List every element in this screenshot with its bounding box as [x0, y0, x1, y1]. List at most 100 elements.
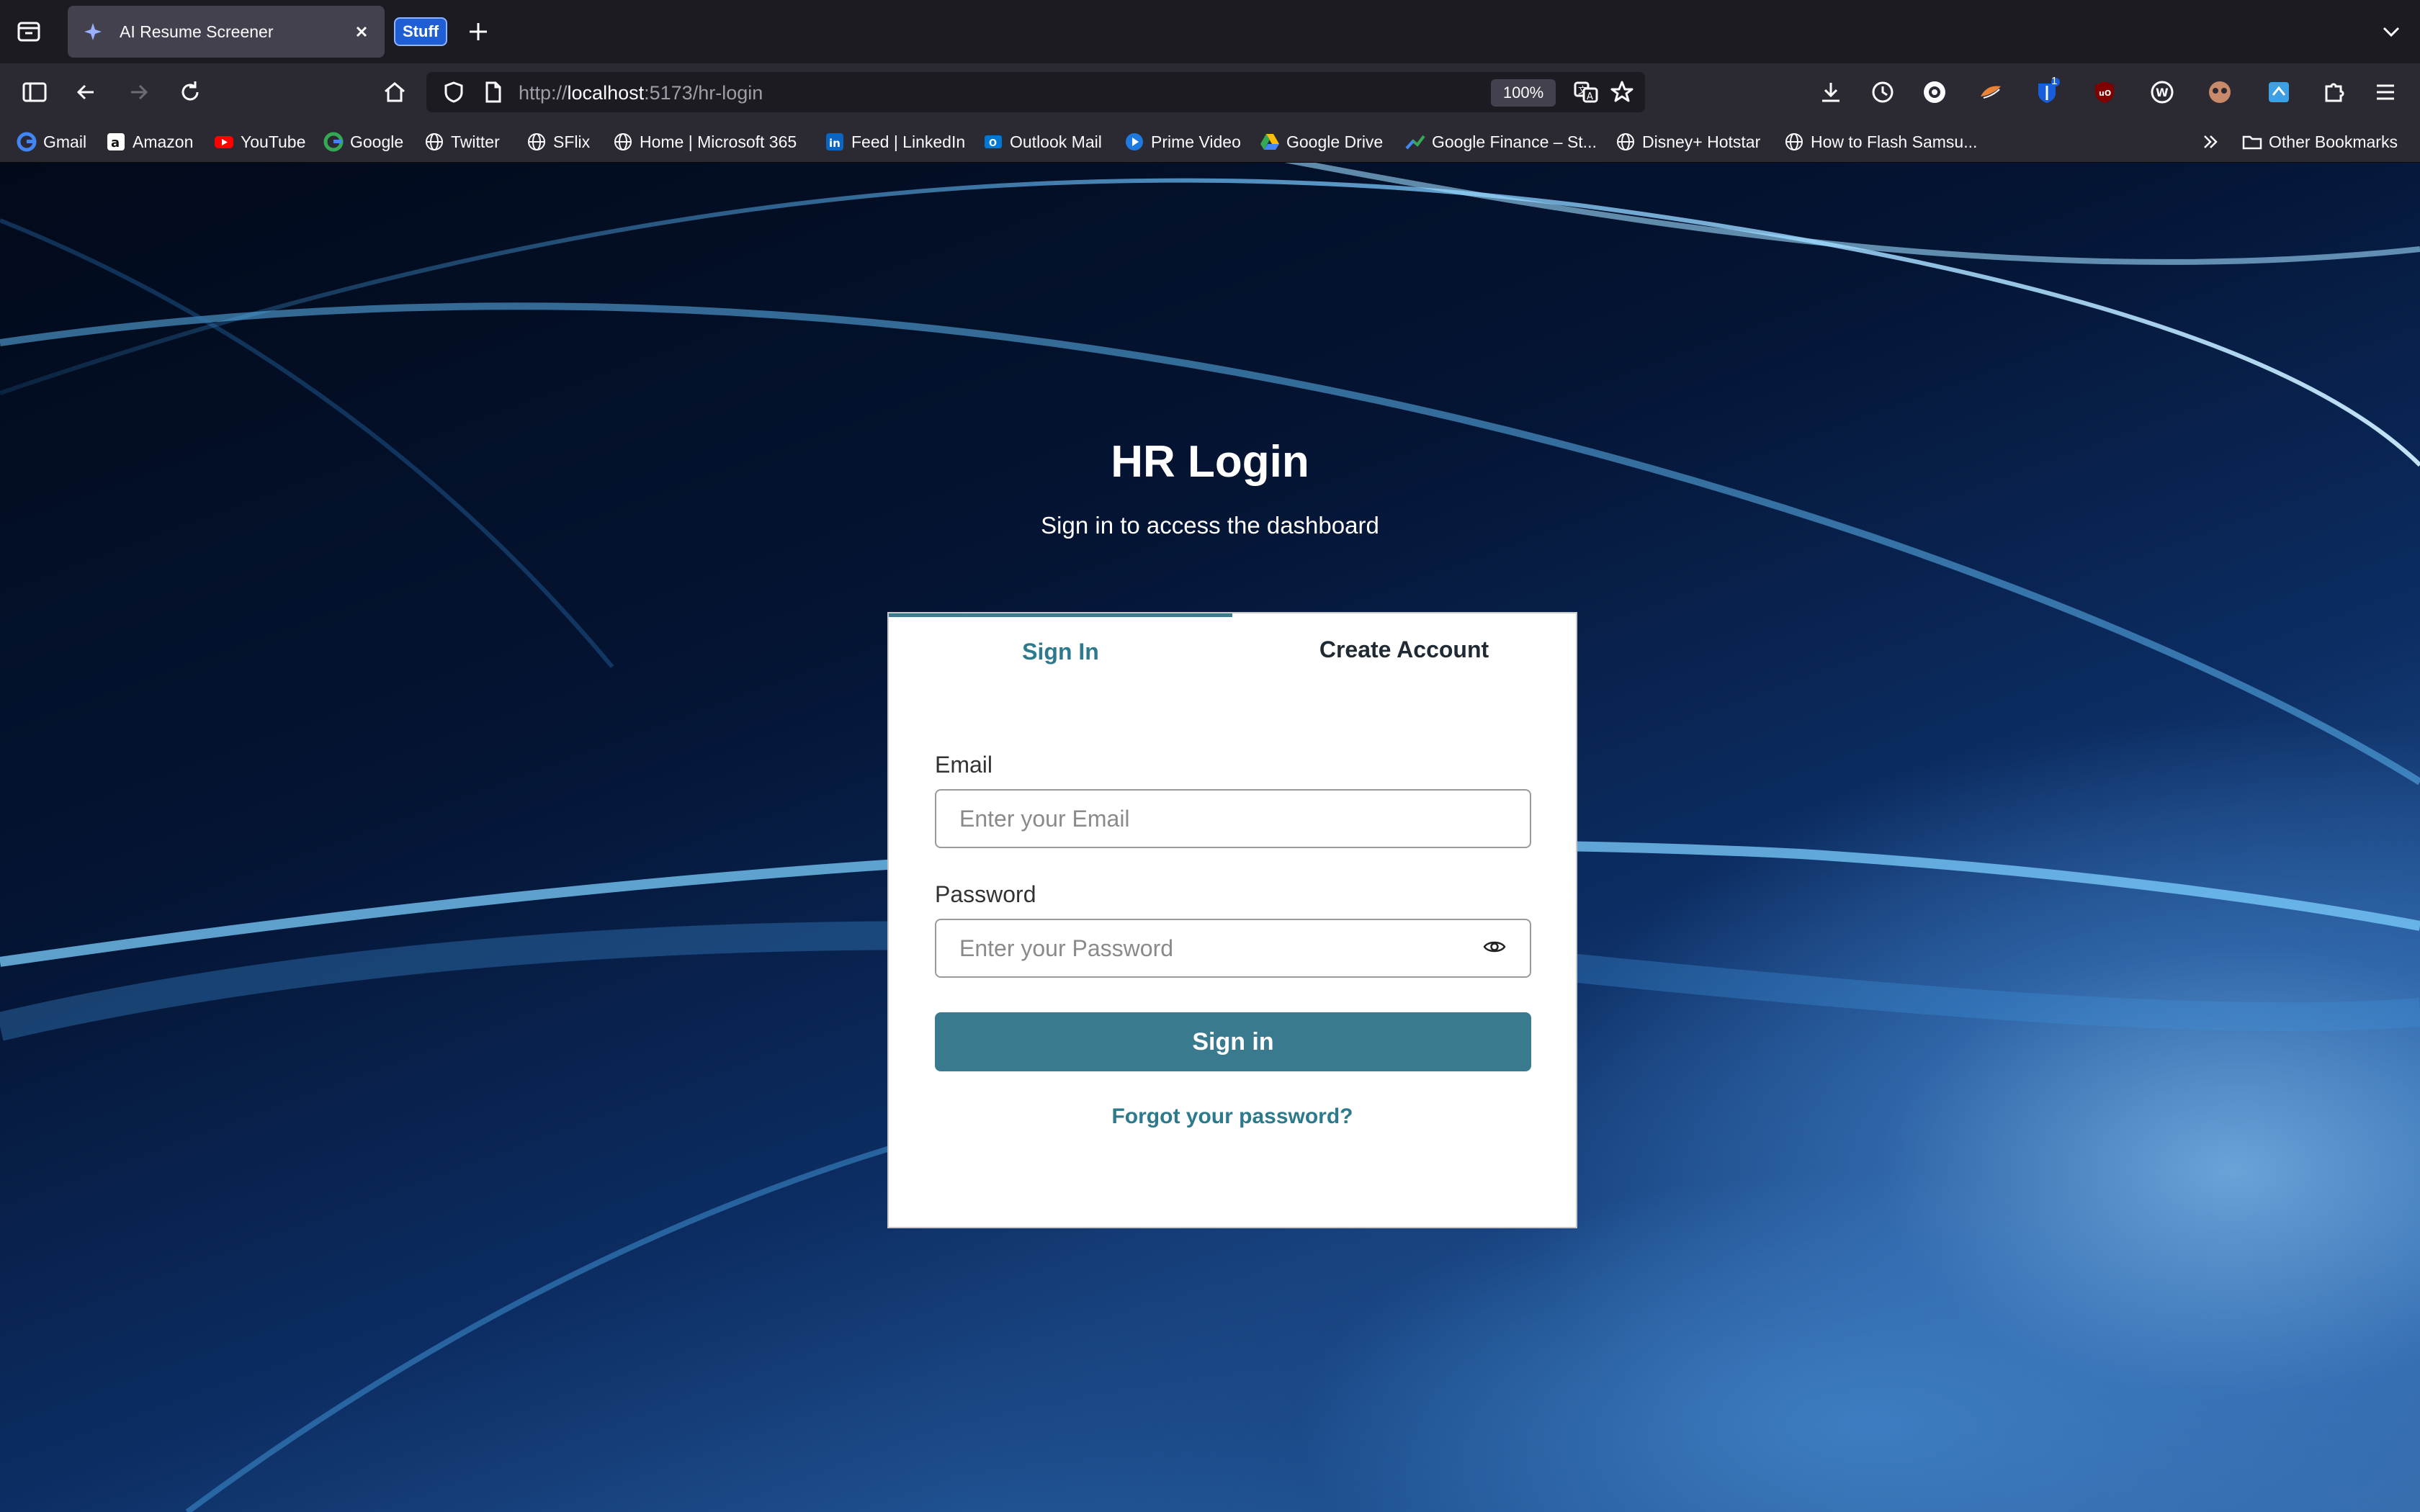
bookmark-label: Twitter	[451, 132, 500, 151]
bookmark-google[interactable]: Google	[323, 128, 403, 156]
bookmark-label: Home | Microsoft 365	[640, 132, 797, 151]
browser-toolbar: http://localhost:5173/hr-login 100% 文A 1…	[0, 63, 2420, 121]
login-header: HR Login Sign in to access the dashboard	[0, 436, 2420, 539]
forgot-password-link[interactable]: Forgot your password?	[889, 1104, 1576, 1129]
reload-icon[interactable]	[176, 78, 205, 107]
tab-group-label[interactable]: Stuff	[394, 17, 448, 46]
url-host: localhost	[567, 82, 645, 104]
folder-icon	[2241, 131, 2263, 153]
tab-sign-in[interactable]: Sign In	[889, 613, 1232, 685]
page-info-icon[interactable]	[478, 78, 507, 107]
bookmarks-overflow-button[interactable]	[2200, 128, 2227, 156]
extension-mask-icon[interactable]	[2205, 78, 2234, 107]
download-icon[interactable]	[1816, 78, 1845, 107]
bookmark-linkedin[interactable]: in Feed | LinkedIn	[824, 128, 965, 156]
forward-arrow-icon[interactable]	[124, 78, 153, 107]
globe-icon	[1783, 131, 1805, 153]
plus-icon[interactable]	[464, 17, 493, 46]
bookmark-label: SFlix	[553, 132, 591, 151]
bookmark-prime-video[interactable]: Prime Video	[1124, 128, 1241, 156]
bookmark-label: Gmail	[43, 132, 87, 151]
extension-w-icon[interactable]: W	[2148, 78, 2177, 107]
globe-icon	[526, 131, 547, 153]
password-label: Password	[935, 881, 1036, 907]
bookmark-label: Google Drive	[1286, 132, 1384, 151]
outlook-icon: O	[982, 131, 1004, 153]
login-card: Sign In Create Account Email Password Si…	[887, 612, 1577, 1228]
page-subtitle: Sign in to access the dashboard	[1041, 512, 1379, 539]
extension-circle-icon[interactable]	[1920, 78, 1949, 107]
zoom-level-badge[interactable]: 100%	[1491, 79, 1556, 107]
bitwarden-icon[interactable]: 1	[2033, 75, 2061, 107]
bookmark-disney-hotstar[interactable]: Disney+ Hotstar	[1615, 128, 1760, 156]
star-icon[interactable]	[1608, 78, 1636, 107]
bookmark-label: Google Finance – St...	[1432, 132, 1597, 151]
bookmark-youtube[interactable]: YouTube	[213, 128, 305, 156]
back-arrow-icon[interactable]	[72, 78, 101, 107]
prime-video-icon	[1124, 131, 1145, 153]
extension-wings-icon[interactable]	[1976, 78, 2005, 107]
tab-create-account[interactable]: Create Account	[1232, 613, 1576, 685]
svg-text:a: a	[111, 135, 120, 150]
page-viewport: HR Login Sign in to access the dashboard…	[0, 163, 2420, 1512]
email-field[interactable]	[935, 789, 1531, 848]
bookmark-label: Outlook Mail	[1010, 132, 1102, 151]
bookmark-google-drive[interactable]: Google Drive	[1259, 128, 1383, 156]
bookmark-label: How to Flash Samsu...	[1811, 132, 1978, 151]
translate-icon[interactable]: 文A	[1572, 78, 1600, 107]
menu-hamburger-icon[interactable]	[2371, 78, 2400, 107]
shield-icon[interactable]	[439, 78, 468, 107]
youtube-icon	[213, 131, 235, 153]
svg-text:A: A	[1587, 91, 1593, 102]
google-drive-icon	[1259, 131, 1281, 153]
ublock-origin-icon[interactable]: uO	[2090, 78, 2119, 107]
extensions-puzzle-icon[interactable]	[2319, 78, 2348, 107]
password-field[interactable]	[935, 919, 1461, 978]
show-password-toggle[interactable]	[1459, 919, 1531, 978]
google-icon	[323, 131, 344, 153]
bookmark-twitter[interactable]: Twitter	[424, 128, 500, 156]
other-bookmarks-folder[interactable]: Other Bookmarks	[2241, 128, 2398, 156]
double-chevron-right-icon	[2200, 131, 2221, 153]
browser-tab-active[interactable]: AI Resume Screener	[68, 6, 385, 58]
google-finance-icon	[1404, 131, 1426, 153]
bookmarks-toolbar: Gmail a Amazon YouTube Google Twitter SFl…	[0, 121, 2420, 163]
auth-tabs: Sign In Create Account	[889, 613, 1576, 685]
bookmark-label: Disney+ Hotstar	[1642, 132, 1761, 151]
close-icon[interactable]	[350, 20, 373, 43]
eye-icon	[1483, 938, 1506, 959]
extension-translate-icon[interactable]	[2264, 78, 2293, 107]
bookmark-outlook[interactable]: O Outlook Mail	[982, 128, 1102, 156]
url-path: :5173/hr-login	[644, 82, 763, 104]
email-label: Email	[935, 752, 993, 778]
bookmark-label: Other Bookmarks	[2269, 132, 2398, 151]
tab-list-icon[interactable]	[13, 17, 45, 46]
sidebar-icon[interactable]	[20, 78, 49, 107]
address-bar[interactable]: http://localhost:5173/hr-login 100% 文A	[426, 72, 1645, 112]
bookmark-gmail[interactable]: Gmail	[16, 128, 86, 156]
globe-icon	[612, 131, 634, 153]
url-text[interactable]: http://localhost:5173/hr-login	[519, 82, 763, 104]
home-icon[interactable]	[380, 78, 409, 107]
svg-text:in: in	[829, 137, 841, 150]
extension-badge-count: 1	[2051, 75, 2058, 87]
tab-title: AI Resume Screener	[120, 22, 274, 41]
bookmark-sflix[interactable]: SFlix	[526, 128, 590, 156]
history-clock-icon[interactable]	[1868, 78, 1897, 107]
chevron-down-icon[interactable]	[2378, 19, 2404, 45]
sparkle-icon	[82, 21, 104, 42]
amazon-icon: a	[105, 131, 127, 153]
bookmark-amazon[interactable]: a Amazon	[105, 128, 193, 156]
google-icon	[16, 131, 37, 153]
svg-text:W: W	[2156, 86, 2169, 99]
bookmark-google-finance[interactable]: Google Finance – St...	[1404, 128, 1597, 156]
bookmark-flash-samsung[interactable]: How to Flash Samsu...	[1783, 128, 1977, 156]
bookmark-label: Google	[350, 132, 404, 151]
bookmark-label: Prime Video	[1151, 132, 1241, 151]
globe-icon	[1615, 131, 1636, 153]
linkedin-icon: in	[824, 131, 846, 153]
sign-in-button[interactable]: Sign in	[935, 1012, 1531, 1071]
bookmark-label: Amazon	[133, 132, 194, 151]
svg-text:O: O	[989, 138, 997, 149]
bookmark-microsoft-365[interactable]: Home | Microsoft 365	[612, 128, 797, 156]
